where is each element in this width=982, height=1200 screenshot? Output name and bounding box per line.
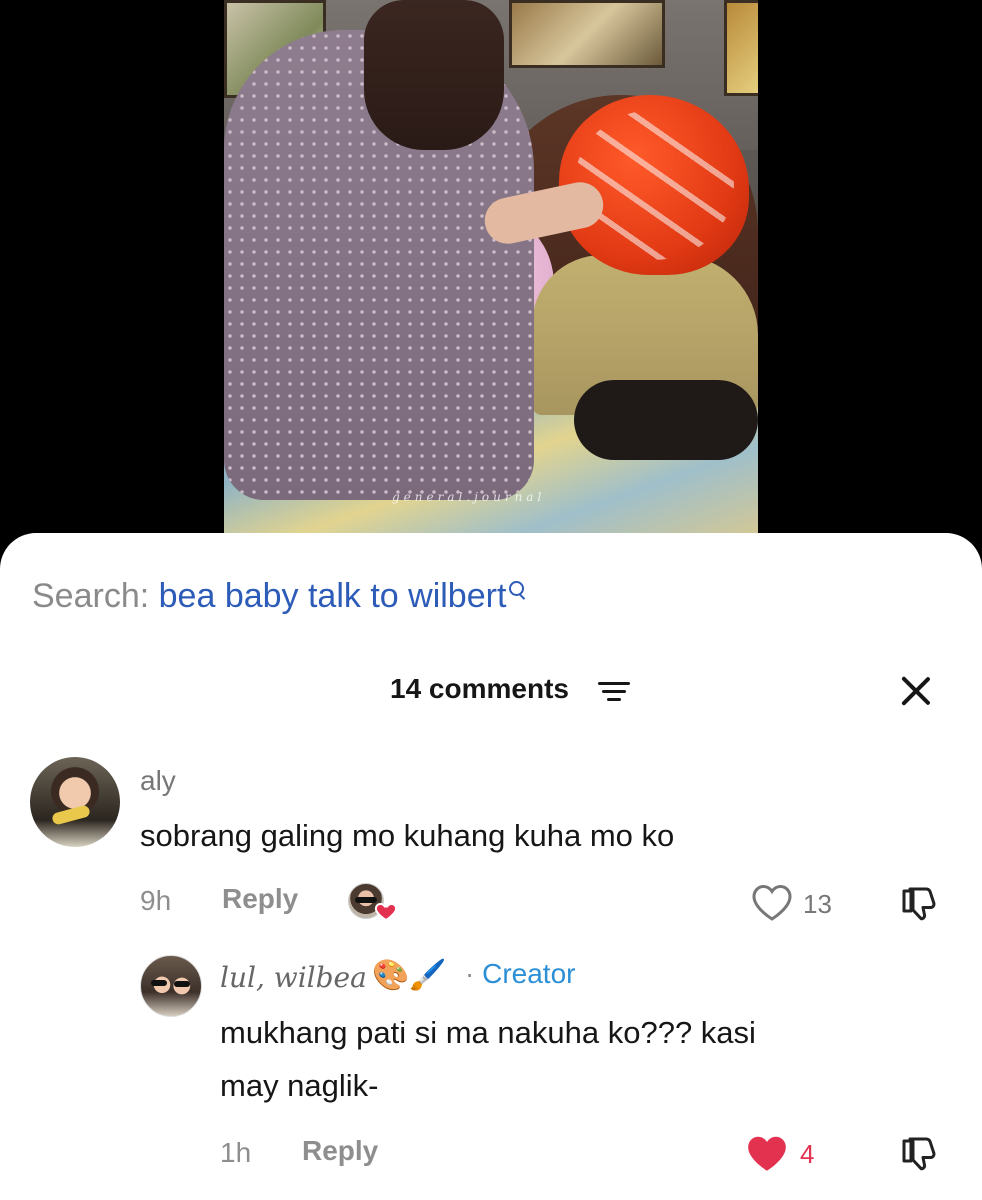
reply-button[interactable]: Reply [222,883,298,915]
video-hair [364,0,504,150]
search-query-link[interactable]: bea baby talk to wilbert [159,577,507,615]
search-icon[interactable] [508,579,528,603]
avatar[interactable] [140,955,202,1017]
comment-username[interactable]: aly [140,765,176,797]
reply-text-line: may naglik- [220,1068,379,1103]
reply-text-line: mukhang pati si ma nakuha ko??? kasi [220,1015,756,1050]
video-legs [574,380,758,460]
search-prefix: Search: [32,577,150,615]
search-suggestion[interactable]: Search: bea baby talk to wilbert [32,577,528,616]
comment-time: 9h [140,885,172,916]
reply-username[interactable]: lul, wilbea [220,961,367,994]
like-count: 13 [803,889,832,919]
creator-label: Creator [482,958,576,989]
video-painting [724,0,758,96]
like-count: 4 [800,1139,815,1169]
dislike-icon[interactable] [900,1133,942,1175]
comment-text: sobrang galing mo kuhang kuha mo ko [140,818,675,853]
creator-badge: · Creator [465,958,575,990]
close-icon[interactable] [894,669,938,713]
reply-button[interactable]: Reply [302,1135,378,1167]
sort-filter-icon[interactable] [598,679,632,705]
video-hair-curlers [574,110,734,260]
video-frame[interactable]: general.journal [224,0,758,545]
video-watermark: general.journal [392,490,546,504]
separator-dot: · [465,958,475,989]
reply-time: 1h [220,1137,252,1168]
comments-count-title: 14 comments [390,673,569,704]
like-heart-icon[interactable] [744,1133,790,1175]
dislike-icon[interactable] [900,883,942,925]
comments-sheet: Search: bea baby talk to wilbert 14 comm… [0,533,982,1200]
heart-icon [374,902,398,922]
video-painting [509,0,665,68]
video-player[interactable]: general.journal [0,0,982,560]
like-heart-icon[interactable] [750,883,794,923]
palette-brush-emoji: 🎨🖌️ [372,959,447,992]
avatar[interactable] [30,757,120,847]
